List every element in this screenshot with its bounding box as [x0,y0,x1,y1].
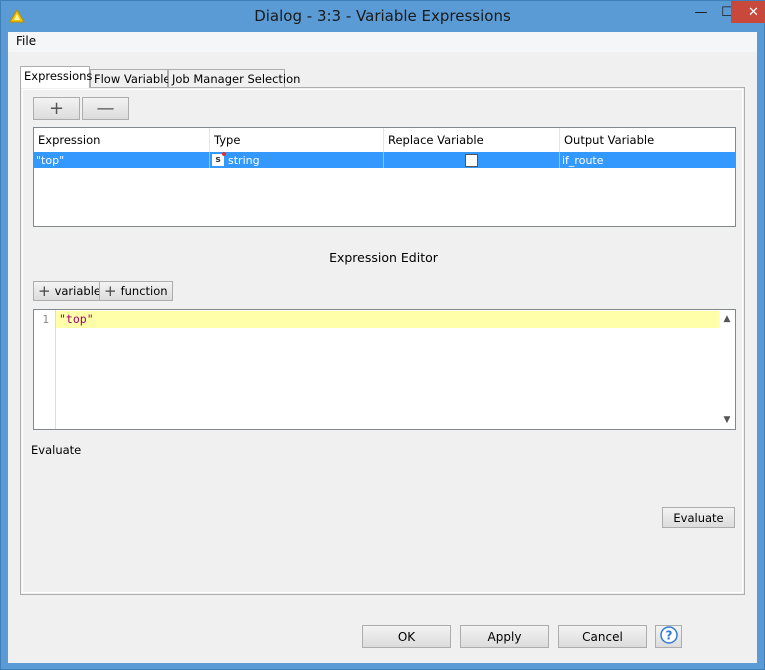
plus-icon: + [48,98,65,119]
column-header-output-variable[interactable]: Output Variable [560,128,735,152]
dialog-client-area: File Expressions Flow Variables Job Mana… [8,32,757,663]
tab-job-manager-selection[interactable]: Job Manager Selection [168,69,300,88]
code-line[interactable]: "top" [56,311,719,328]
tab-expressions[interactable]: Expressions [20,66,92,88]
insert-variable-button[interactable]: + variable [33,281,106,301]
window-title: Dialog - 3:3 - Variable Expressions [254,7,511,25]
column-header-expression[interactable]: Expression [34,128,210,152]
menu-file[interactable]: File [16,34,36,48]
add-expression-button[interactable]: + [33,97,80,120]
panel-inner: + — Expression Type Replace Variable Out… [22,89,743,593]
expressions-table: Expression Type Replace Variable Output … [33,127,736,227]
minimize-button[interactable]: — [688,1,714,23]
cancel-button[interactable]: Cancel [558,625,647,648]
title-bar[interactable]: Dialog - 3:3 - Variable Expressions — ☐ … [1,1,765,32]
cell-type[interactable]: s string [210,152,384,168]
insert-variable-label: variable [54,284,101,298]
type-icon-dot [222,152,226,156]
tab-flow-variables[interactable]: Flow Variables [90,69,176,88]
expression-editor-heading: Expression Editor [329,250,438,265]
help-button[interactable]: ? [655,625,682,648]
table-row[interactable]: "top" s string if_route [34,152,735,168]
replace-variable-checkbox[interactable] [465,153,478,167]
type-icon-letter: s [215,155,221,165]
remove-expression-button[interactable]: — [82,97,129,120]
insert-function-button[interactable]: + function [99,281,173,301]
scroll-up-icon[interactable]: ▲ [722,314,732,324]
close-button[interactable]: ✕ [731,1,765,23]
cell-replace-variable [384,152,560,168]
cell-output-variable[interactable]: if_route [560,152,735,168]
cell-type-label: string [228,153,260,167]
evaluate-label: Evaluate [31,443,82,457]
column-header-type[interactable]: Type [210,128,384,152]
plus-icon: + [104,281,117,300]
svg-text:?: ? [665,629,672,643]
string-type-icon: s [212,152,226,166]
ok-button[interactable]: OK [362,625,451,648]
plus-icon: + [38,281,51,300]
column-header-replace-variable[interactable]: Replace Variable [384,128,560,152]
help-circle-icon: ? [659,626,678,647]
dialog-window: Dialog - 3:3 - Variable Expressions — ☐ … [0,0,765,670]
line-number-gutter: 1 [34,310,56,429]
expressions-panel: + — Expression Type Replace Variable Out… [20,87,745,595]
minus-icon: — [96,98,115,119]
table-header: Expression Type Replace Variable Output … [34,128,735,152]
apply-button[interactable]: Apply [460,625,549,648]
vertical-scrollbar[interactable]: ▲ ▼ [719,310,735,429]
menu-bar: File [8,32,757,52]
scroll-down-icon[interactable]: ▼ [722,415,732,425]
evaluate-button[interactable]: Evaluate [662,507,735,528]
expression-code-editor[interactable]: 1 "top" ▲ ▼ [33,309,736,430]
cell-expression[interactable]: "top" [34,152,210,168]
insert-function-label: function [120,284,168,298]
